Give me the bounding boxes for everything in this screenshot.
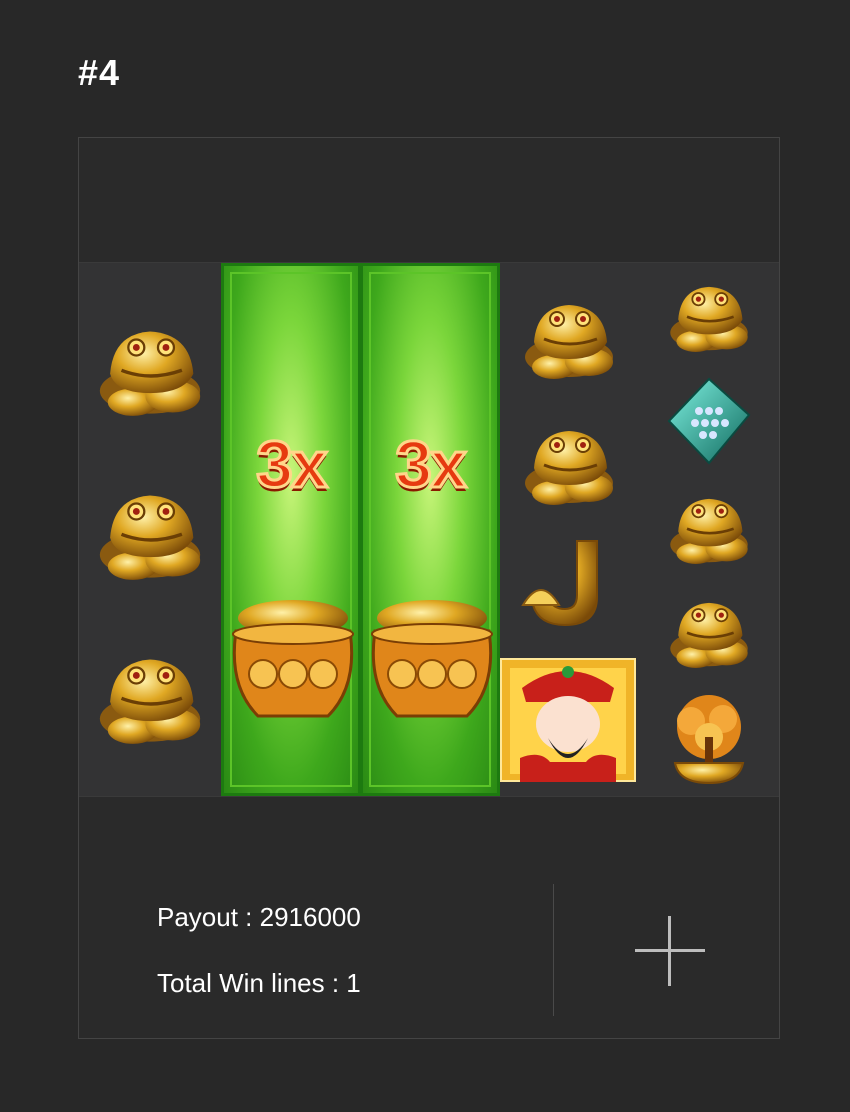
result-panel: Payout : 2916000 Total Win lines : 1 <box>79 796 779 1038</box>
golden-toad-icon <box>93 311 207 425</box>
divider <box>553 884 554 1016</box>
multiplier-label: 3x <box>394 426 468 503</box>
wild-reel: 3x <box>360 263 500 796</box>
money-tree-icon <box>673 695 745 785</box>
page-title: #4 <box>78 52 121 93</box>
golden-toad-icon <box>93 475 207 589</box>
payout-text: Payout : 2916000 <box>157 902 361 932</box>
golden-toad-icon <box>665 271 753 359</box>
treasure-pot-icon <box>232 600 354 718</box>
plus-icon[interactable] <box>635 916 705 986</box>
golden-toad-icon <box>93 639 207 753</box>
god-of-wealth-icon <box>500 658 636 782</box>
jade-abacus-icon <box>667 377 751 465</box>
spin-result-card: 3x 3x Payout: 2916000 Total Win lines:… <box>78 137 780 1039</box>
wild-reel: 3x <box>221 263 361 796</box>
golden-toad-icon <box>519 413 619 513</box>
golden-toad-icon <box>519 287 619 387</box>
multiplier-label: 3x <box>255 426 329 503</box>
letter-j-icon <box>521 540 598 627</box>
golden-toad-icon <box>665 587 753 675</box>
treasure-pot-icon <box>371 600 493 718</box>
reel-grid: 3x 3x <box>79 262 779 797</box>
golden-toad-icon <box>665 483 753 571</box>
win-lines-text: Total Win lines : 1 <box>157 968 361 998</box>
